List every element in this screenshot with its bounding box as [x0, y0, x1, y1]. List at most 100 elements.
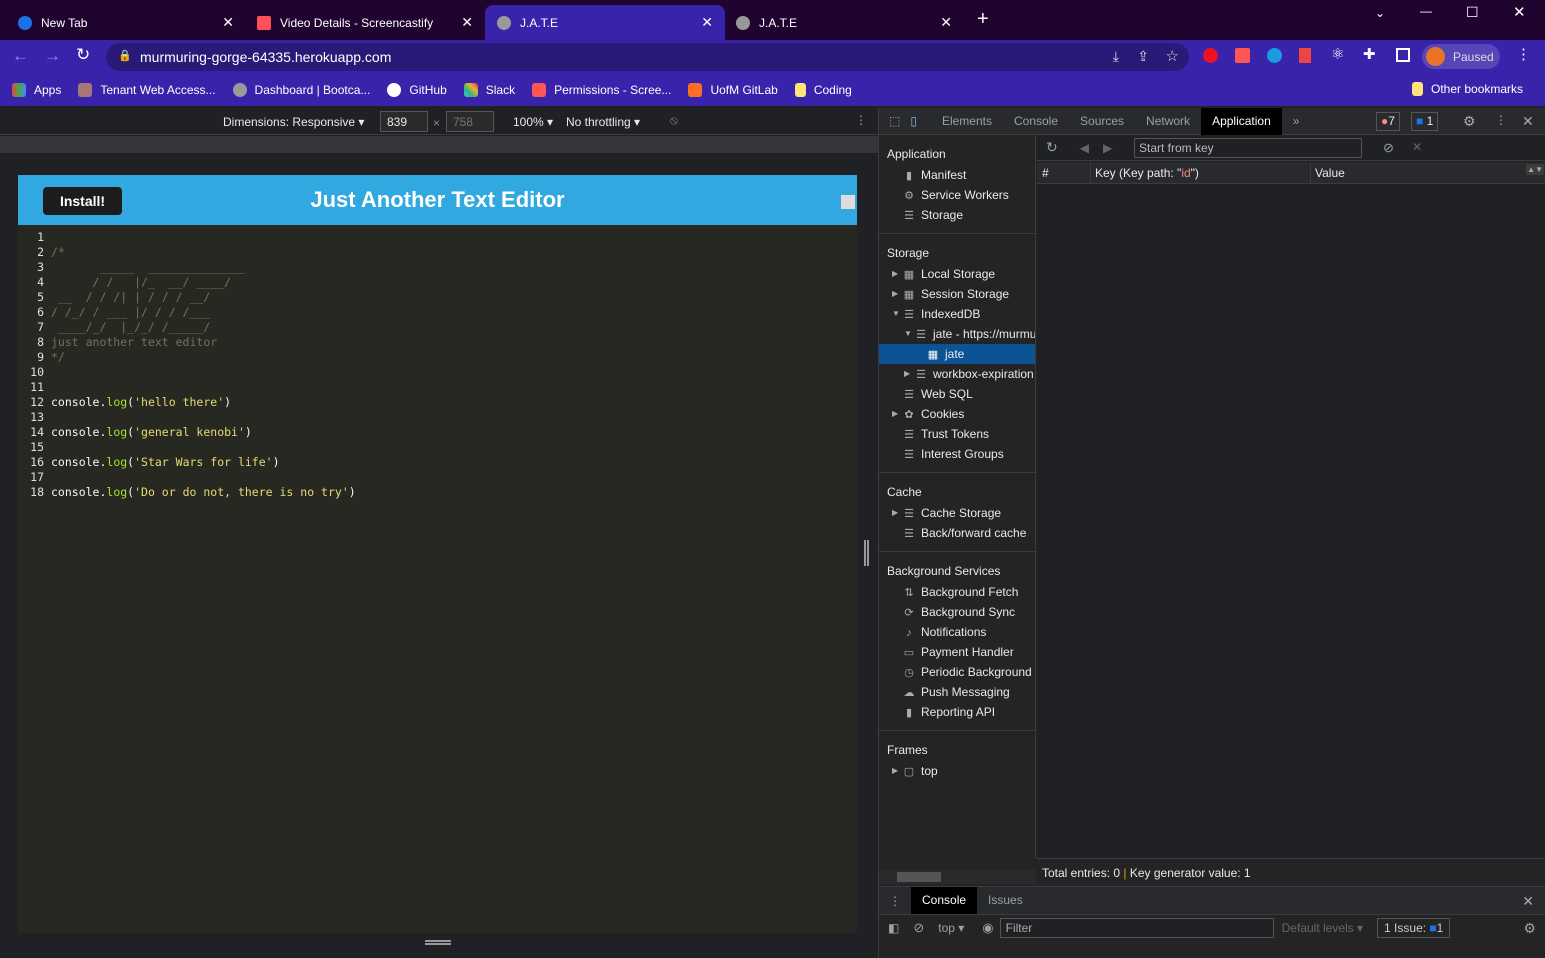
bookmark-permissions[interactable]: Permissions - Scree... — [532, 82, 671, 97]
sidebar-item-push-messaging[interactable]: ☁ Push Messaging — [879, 682, 1035, 702]
drawer-menu-icon[interactable]: ⋮ — [879, 894, 911, 908]
column-value[interactable]: Value — [1315, 166, 1345, 180]
bookmark-apps[interactable]: Apps — [12, 82, 61, 97]
tab-screencastify[interactable]: Video Details - Screencastify ✕ — [245, 5, 485, 40]
collapsed-arrow-icon[interactable]: ▶ — [892, 761, 898, 781]
sidebar-item-payment-handler[interactable]: ▭ Payment Handler — [879, 642, 1035, 662]
side-panel-icon[interactable] — [1396, 48, 1410, 62]
console-settings-icon[interactable]: ⚙ — [1523, 920, 1536, 937]
bookmark-github[interactable]: GitHub — [387, 82, 447, 97]
sidebar-item-local-storage[interactable]: ▶ ▦ Local Storage — [879, 264, 1035, 284]
sidebar-item-manifest[interactable]: ▮ Manifest — [879, 165, 1035, 185]
sidebar-item-cache-storage[interactable]: ▶ ☰ Cache Storage — [879, 503, 1035, 523]
back-icon[interactable]: ← — [12, 46, 29, 66]
issues-button[interactable]: 1 Issue: ■1 — [1377, 918, 1451, 938]
puzzle-icon[interactable]: ✚ — [1363, 45, 1376, 63]
react-devtools-icon[interactable]: ⚛ — [1331, 45, 1344, 63]
device-toggle-icon[interactable]: ▯ — [906, 108, 931, 135]
column-key[interactable]: Key (Key path: "id") — [1095, 166, 1199, 180]
collapsed-arrow-icon[interactable]: ▶ — [904, 364, 910, 384]
sidebar-item-top[interactable]: ▶ ▢ top — [879, 761, 1035, 781]
sidebar-item-trust-tokens[interactable]: ☰ Trust Tokens — [879, 424, 1035, 444]
code-line[interactable]: 11 — [18, 380, 356, 395]
tab-elements[interactable]: Elements — [931, 108, 1003, 135]
profile-button[interactable]: Paused — [1422, 44, 1500, 69]
errors-badge[interactable]: ●7 — [1376, 112, 1400, 131]
close-icon[interactable]: ✕ — [701, 14, 713, 31]
context-select[interactable]: top ▾ — [938, 921, 964, 935]
code-line[interactable]: 10 — [18, 365, 356, 380]
new-tab-button[interactable]: + — [977, 8, 989, 31]
throttling-select[interactable]: No throttling ▾ — [566, 115, 640, 129]
star-icon[interactable]: ☆ — [1166, 47, 1179, 65]
tab-sources[interactable]: Sources — [1069, 108, 1135, 135]
console-filter-input[interactable]: Filter — [999, 918, 1274, 938]
delete-selected-icon[interactable]: ✕ — [1412, 140, 1422, 154]
close-icon[interactable]: ✕ — [940, 14, 952, 31]
sidebar-item-notifications[interactable]: ♪ Notifications — [879, 622, 1035, 642]
extension-icon[interactable] — [1203, 48, 1218, 63]
close-devtools-icon[interactable]: ✕ — [1522, 113, 1534, 130]
code-line[interactable]: 5 __ / / /| | / / / __/ — [18, 290, 356, 305]
extension-icon[interactable] — [1267, 48, 1282, 63]
close-drawer-icon[interactable]: ✕ — [1522, 893, 1534, 910]
sidebar-item-interest-groups[interactable]: ☰ Interest Groups — [879, 444, 1035, 464]
sidebar-item-back-forward-cache[interactable]: ☰ Back/forward cache — [879, 523, 1035, 543]
code-line[interactable]: 15 — [18, 440, 356, 455]
collapsed-arrow-icon[interactable]: ▶ — [892, 503, 898, 523]
clear-store-icon[interactable]: ⊘ — [1383, 140, 1394, 156]
scroll-arrows-icon[interactable]: ▲▼ — [1526, 164, 1544, 175]
close-icon[interactable]: ✕ — [222, 14, 234, 31]
code-line[interactable]: 4 / / |/_ __/ ____/ — [18, 275, 356, 290]
tab-jate[interactable]: J.A.T.E ✕ — [724, 5, 964, 40]
width-input[interactable]: 839 — [380, 111, 428, 132]
refresh-icon[interactable]: ↻ — [1046, 139, 1058, 156]
code-line[interactable]: 7 ____/_/ |_/_/ /_____/ — [18, 320, 356, 335]
tab-search-icon[interactable]: ⌄ — [1375, 6, 1385, 20]
code-line[interactable]: 6 / /_/ / ___ |/ / / /___ — [18, 305, 356, 320]
rotate-icon[interactable]: ⦸ — [670, 113, 678, 128]
url-text[interactable]: murmuring-gorge-64335.herokuapp.com — [140, 49, 391, 65]
sidebar-item-service-workers[interactable]: ⚙ Service Workers — [879, 185, 1035, 205]
sidebar-item-cookies[interactable]: ▶ ✿ Cookies — [879, 404, 1035, 424]
tab-network[interactable]: Network — [1135, 108, 1201, 135]
extension-icon[interactable] — [1299, 48, 1311, 63]
more-icon[interactable]: ⋮ — [1495, 113, 1507, 127]
minimize-button[interactable]: — — [1420, 4, 1432, 18]
zoom-select[interactable]: 100% ▾ — [513, 115, 553, 129]
url-bar[interactable]: 🔒 murmuring-gorge-64335.herokuapp.com ⤓ ⇪… — [106, 43, 1189, 71]
inspect-icon[interactable]: ⬚ — [879, 108, 906, 135]
screencastify-extension-icon[interactable] — [1235, 48, 1250, 63]
install-app-icon[interactable]: ⤓ — [1113, 48, 1119, 65]
bookmark-dashboard[interactable]: Dashboard | Bootca... — [232, 82, 370, 97]
code-line[interactable]: 12 console.log('hello there') — [18, 395, 356, 410]
tab-application[interactable]: Application — [1201, 107, 1282, 135]
close-icon[interactable]: ✕ — [461, 14, 473, 31]
drawer-tab-issues[interactable]: Issues — [977, 887, 1034, 914]
eye-icon[interactable]: ◉ — [982, 920, 993, 936]
code-line[interactable]: 16 console.log('Star Wars for life') — [18, 455, 356, 470]
expanded-arrow-icon[interactable]: ▼ — [904, 324, 912, 344]
bookmark-gitlab[interactable]: UofM GitLab — [688, 82, 778, 97]
code-editor[interactable]: 1 2/* 3 _____ ______________ 4 / / |/_ __/ … — [18, 230, 356, 500]
code-line[interactable]: 9 */ — [18, 350, 356, 365]
collapsed-arrow-icon[interactable]: ▶ — [892, 284, 898, 304]
menu-icon[interactable]: ⋮ — [1516, 45, 1531, 63]
sidebar-item-session-storage[interactable]: ▶ ▦ Session Storage — [879, 284, 1035, 304]
sidebar-item-storage[interactable]: ☰ Storage — [879, 205, 1035, 225]
sidebar-item-periodic-background[interactable]: ◷ Periodic Background — [879, 662, 1035, 682]
resize-handle-bottom[interactable] — [425, 940, 451, 945]
other-bookmarks[interactable]: Other bookmarks — [1412, 82, 1523, 96]
drawer-tab-console[interactable]: Console — [911, 887, 978, 914]
bookmark-coding[interactable]: Coding — [794, 82, 852, 97]
code-line[interactable]: 17 — [18, 470, 356, 485]
settings-icon[interactable]: ⚙ — [1463, 113, 1476, 130]
code-line[interactable]: 14 console.log('general kenobi') — [18, 425, 356, 440]
more-tabs-icon[interactable]: » — [1282, 108, 1311, 135]
prev-page-icon[interactable]: ◀ — [1080, 141, 1089, 155]
code-line[interactable]: 3 _____ ______________ — [18, 260, 356, 275]
sidebar-item-jate-https-murmuring[interactable]: ▼ ☰ jate - https://murmuring — [879, 324, 1035, 344]
tab-jate-active[interactable]: J.A.T.E ✕ — [485, 5, 725, 40]
code-line[interactable]: 2 /* — [18, 245, 356, 260]
maximize-button[interactable]: ☐ — [1466, 4, 1479, 21]
